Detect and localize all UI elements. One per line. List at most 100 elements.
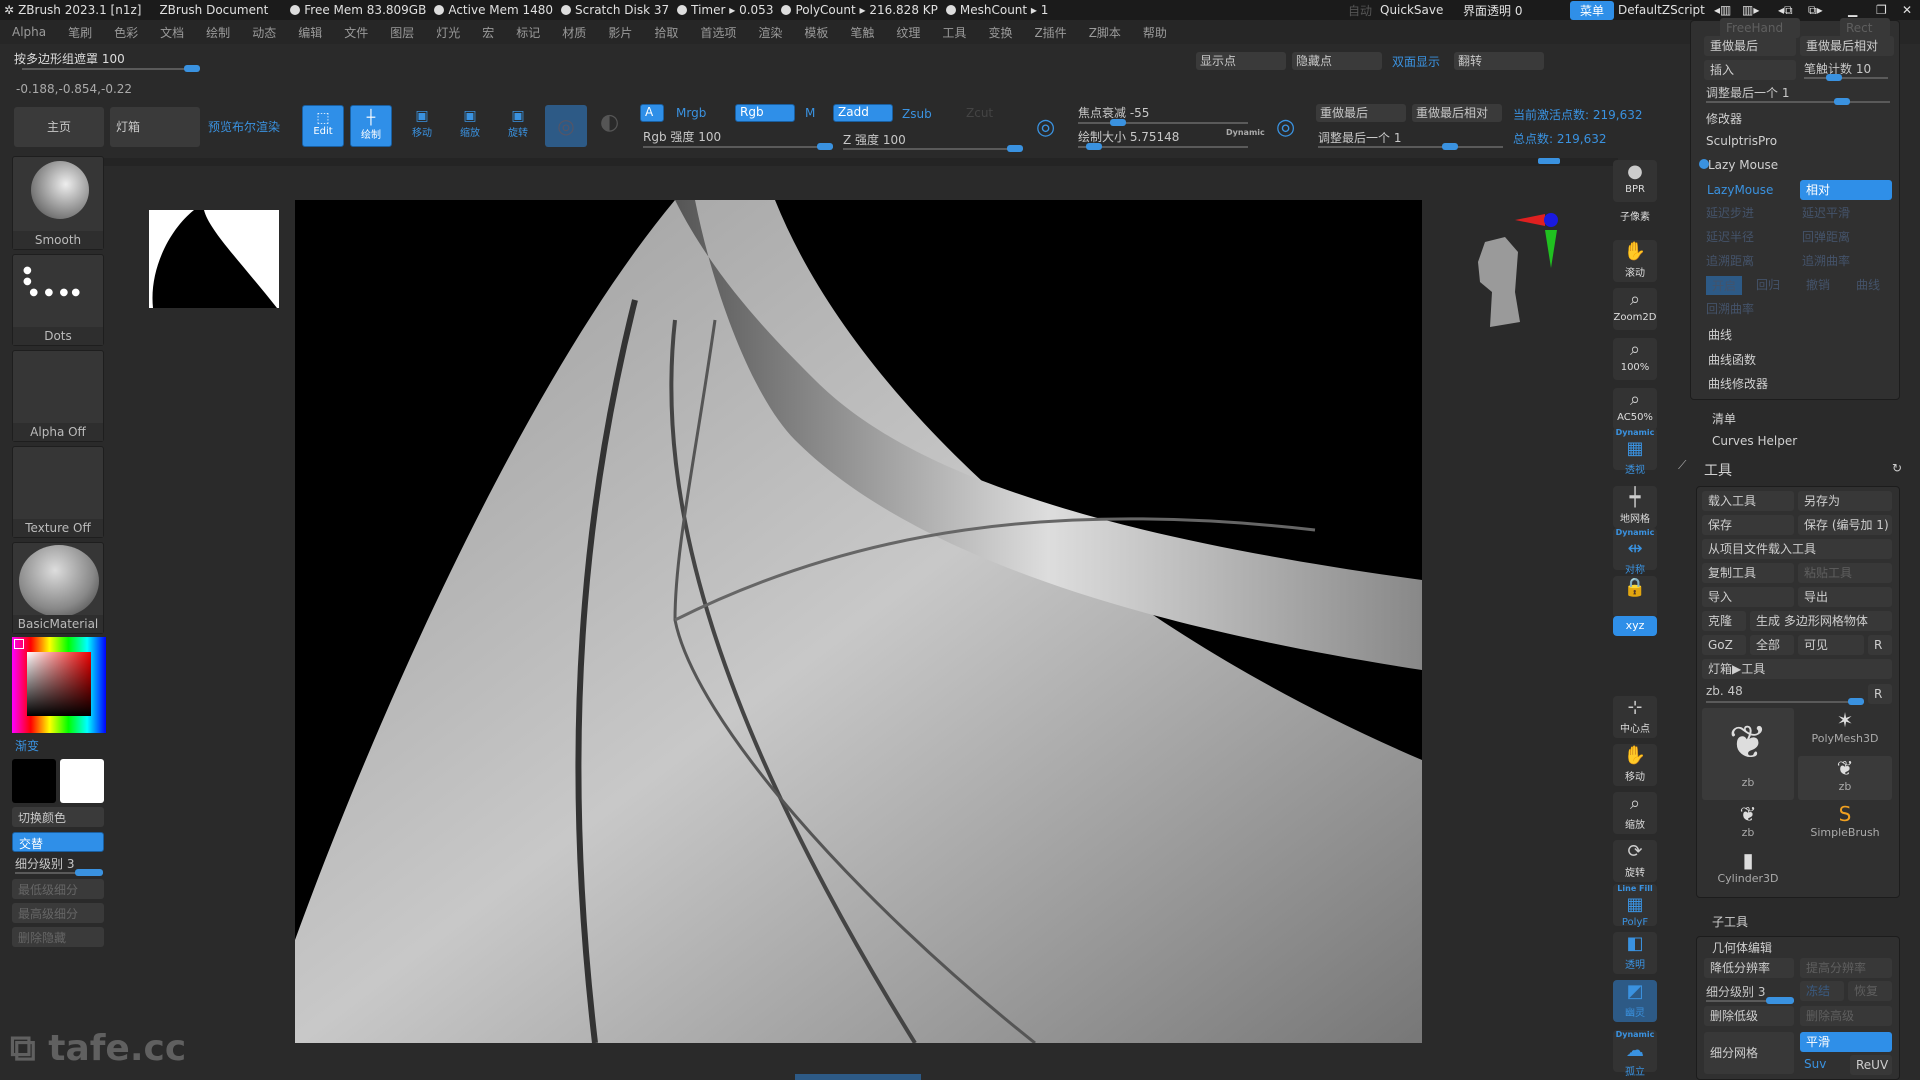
view-button-18[interactable]: Dynamic ☁ 孤立 <box>1613 1030 1657 1078</box>
stroke-count-track[interactable] <box>1804 74 1888 81</box>
restore-button[interactable]: 恢复 <box>1848 981 1892 1001</box>
redo-last-relative-button[interactable]: 重做最后相对 <box>1412 104 1502 122</box>
a-toggle[interactable]: A <box>640 104 664 122</box>
r-button[interactable]: R <box>1868 635 1892 655</box>
edit-button[interactable]: ⬚ Edit <box>302 105 344 147</box>
bottom-shelf-handle[interactable] <box>795 1074 921 1080</box>
lazymouse-toggle[interactable]: LazyMouse <box>1707 183 1773 197</box>
slider-knob[interactable] <box>1110 119 1126 126</box>
slider-knob[interactable] <box>1826 74 1842 81</box>
zcut-toggle[interactable]: Zcut <box>966 106 993 120</box>
geometry-section-title[interactable]: 几何体编辑 <box>1712 939 1772 956</box>
m-toggle[interactable]: M <box>805 106 815 120</box>
curves-helper-section[interactable]: Curves Helper <box>1712 434 1797 448</box>
alternate-button[interactable]: 交替 <box>12 832 104 852</box>
lazy-mouse-option[interactable]: 回弹距离 <box>1802 228 1850 245</box>
slider-knob[interactable] <box>1848 698 1864 705</box>
lazy-mouse-option[interactable]: 曲线 <box>1856 276 1880 293</box>
redo-last-relative-button[interactable]: 重做最后相对 <box>1800 36 1894 56</box>
slider-knob[interactable] <box>1766 997 1794 1004</box>
slider-knob[interactable] <box>1834 98 1850 105</box>
scale-button[interactable]: ▣ 缩放 <box>452 108 488 139</box>
menu-button[interactable]: 菜单 <box>1570 1 1615 20</box>
menu-item[interactable]: 文档 <box>160 24 184 41</box>
delete-higher-button[interactable]: 删除高级 <box>1800 1006 1892 1026</box>
view-button-6[interactable]: Dynamic ▦ 透视 <box>1613 428 1657 476</box>
double-sided-button[interactable]: 双面显示 <box>1392 53 1440 70</box>
menu-item[interactable]: Alpha <box>12 25 46 39</box>
menu-item[interactable]: 拾取 <box>654 24 678 41</box>
make-polymesh-button[interactable]: 生成 多边形网格物体 <box>1750 611 1892 631</box>
menu-item[interactable]: 纹理 <box>896 24 920 41</box>
highest-subdiv-button[interactable]: 最高级细分 <box>12 903 104 923</box>
view-button-15[interactable]: Line Fill ▦ PolyF <box>1613 884 1657 928</box>
dynamic-toggle[interactable]: Dynamic <box>1226 128 1265 137</box>
color-picker[interactable] <box>12 637 106 733</box>
curve-section[interactable]: 曲线 <box>1708 326 1732 343</box>
slider-knob[interactable] <box>184 65 200 72</box>
texture-selector[interactable]: Texture Off <box>12 446 104 538</box>
dynamic-size-icon[interactable]: ◎ <box>1276 115 1295 140</box>
clone-button[interactable]: 克隆 <box>1702 611 1746 631</box>
adjust-last-slider[interactable]: 调整最后一个 1 <box>1706 84 1789 101</box>
color-saturation-square[interactable] <box>27 652 91 716</box>
tool-thumbnail[interactable]: ❦ zb <box>1702 802 1794 846</box>
minimize-icon[interactable]: ▁ <box>1848 3 1857 17</box>
material-sphere-icon[interactable]: ◐ <box>600 110 619 135</box>
modifiers-section[interactable]: 修改器 <box>1706 110 1742 127</box>
view-button-3[interactable]: ⌕ Zoom2D <box>1613 288 1657 330</box>
curve-functions-section[interactable]: 曲线函数 <box>1708 351 1756 368</box>
sphere-mode-button[interactable]: ◎ <box>545 105 587 147</box>
menu-item[interactable]: 工具 <box>942 24 966 41</box>
lazy-mouse-option[interactable]: 延迟步进 <box>1706 204 1754 221</box>
menu-item[interactable]: 宏 <box>482 24 494 41</box>
tool-thumbnail[interactable]: ❦ zb <box>1702 708 1794 800</box>
geo-subdiv-slider[interactable]: 细分级别 3 <box>1706 983 1765 1000</box>
freehand-button[interactable]: FreeHand <box>1720 18 1800 38</box>
subdiv-track[interactable] <box>15 869 103 876</box>
load-tool-button[interactable]: 载入工具 <box>1702 491 1794 511</box>
goz-button[interactable]: GoZ <box>1702 635 1746 655</box>
view-button-0[interactable]: ● BPR <box>1613 160 1657 202</box>
z-intensity-track[interactable] <box>843 145 1023 152</box>
pin-icon[interactable]: ⟋ <box>1678 458 1686 473</box>
menu-item[interactable]: Z插件 <box>1034 24 1066 41</box>
view-button-4[interactable]: ⌕ 100% <box>1613 338 1657 380</box>
list-section[interactable]: 清单 <box>1712 410 1736 427</box>
gradient-toggle[interactable]: 渐变 <box>15 737 39 754</box>
tool-panel-title[interactable]: 工具 <box>1704 460 1732 480</box>
suv-toggle[interactable]: Suv <box>1804 1057 1826 1071</box>
view-button-16[interactable]: ◧ 透明 <box>1613 932 1657 974</box>
subtool-section[interactable]: 子工具 <box>1712 913 1748 930</box>
relative-button[interactable]: 相对 <box>1800 180 1892 200</box>
menu-item[interactable]: Z脚本 <box>1089 24 1121 41</box>
rect-button[interactable]: Rect <box>1840 18 1890 38</box>
close-icon[interactable]: ✕ <box>1902 3 1912 17</box>
curve-modifiers-section[interactable]: 曲线修改器 <box>1708 375 1768 392</box>
export-button[interactable]: 导出 <box>1798 587 1892 607</box>
lazy-mouse-option[interactable]: 回归 <box>1756 276 1780 293</box>
save-increment-button[interactable]: 保存 (编号加 1) <box>1798 515 1892 535</box>
window-layout-icon[interactable]: ◂⧉ <box>1778 3 1793 18</box>
menu-item[interactable]: 材质 <box>562 24 586 41</box>
view-button-11[interactable]: ⊹ 中心点 <box>1613 696 1657 738</box>
save-as-button[interactable]: 另存为 <box>1798 491 1892 511</box>
brush-selector[interactable]: Smooth <box>12 156 104 250</box>
copy-tool-button[interactable]: 复制工具 <box>1702 563 1794 583</box>
menu-item[interactable]: 变换 <box>988 24 1012 41</box>
rgb-toggle[interactable]: Rgb <box>735 104 795 122</box>
lazy-mouse-option[interactable]: 追溯距离 <box>1706 252 1754 269</box>
adjust-last-slider[interactable]: 调整最后一个 1 <box>1318 129 1401 146</box>
refresh-icon[interactable]: ↻ <box>1892 461 1902 475</box>
menu-item[interactable]: 色彩 <box>114 24 138 41</box>
focal-shift-track[interactable] <box>1078 119 1248 126</box>
load-from-project-button[interactable]: 从项目文件载入工具 <box>1702 539 1892 559</box>
delete-lower-button[interactable]: 删除低级 <box>1704 1006 1794 1026</box>
smooth-toggle[interactable]: 平滑 <box>1800 1032 1892 1052</box>
reuv-toggle[interactable]: ReUV <box>1850 1055 1892 1075</box>
zadd-toggle[interactable]: Zadd <box>833 104 893 122</box>
menu-item[interactable]: 帮助 <box>1143 24 1167 41</box>
menu-item[interactable]: 模板 <box>804 24 828 41</box>
menu-item[interactable]: 影片 <box>608 24 632 41</box>
view-button-7[interactable]: ┿ 地网格 <box>1613 486 1657 528</box>
